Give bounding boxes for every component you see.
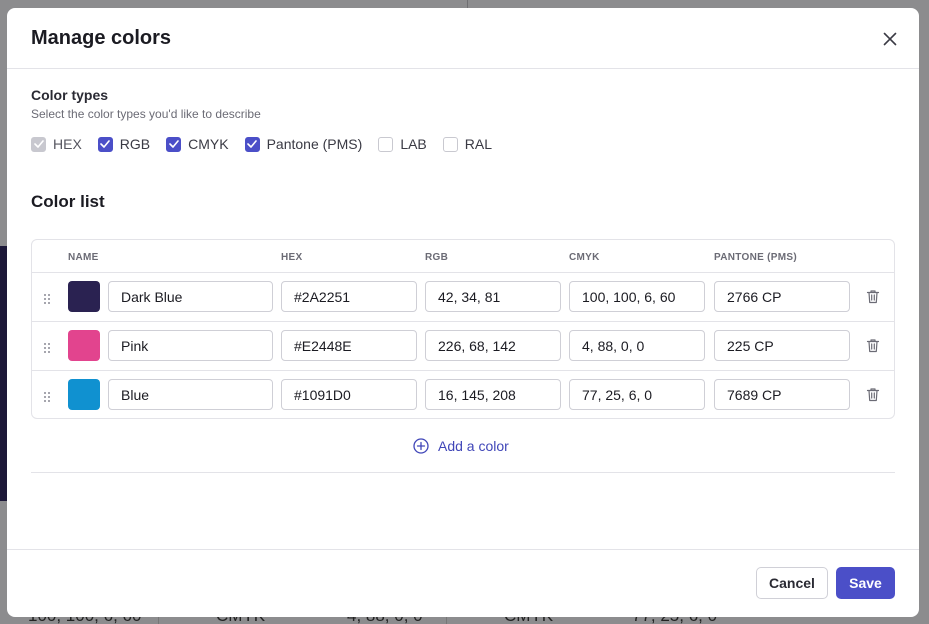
- type-label: RAL: [464, 136, 493, 152]
- type-option-cmyk[interactable]: CMYK: [166, 136, 229, 152]
- backdrop-divider: [467, 0, 468, 8]
- check-icon: [168, 140, 179, 148]
- check-icon: [33, 140, 44, 148]
- modal-title: Manage colors: [31, 27, 172, 49]
- checkbox-hex[interactable]: [31, 136, 46, 152]
- trash-icon[interactable]: [866, 338, 880, 353]
- type-label: RGB: [119, 136, 151, 152]
- plus-circle-icon: [413, 438, 429, 454]
- color-types-section: Color types Select the color types you'd…: [31, 87, 508, 152]
- add-color-label: Add a color: [438, 438, 509, 454]
- check-icon: [247, 140, 257, 148]
- modal-footer: Cancel Save: [7, 549, 919, 617]
- type-option-rgb[interactable]: RGB: [97, 136, 151, 152]
- trash-icon[interactable]: [866, 289, 880, 304]
- color-table: NAME HEX RGB CMYK PANTONE (PMS) Dark Blu…: [31, 239, 895, 419]
- type-option-ral[interactable]: RAL: [442, 136, 493, 152]
- pantone-input[interactable]: 2766 CP: [714, 281, 850, 312]
- cmyk-input[interactable]: 77, 25, 6, 0: [569, 379, 705, 410]
- name-input[interactable]: Dark Blue: [108, 281, 273, 312]
- add-color-button[interactable]: Add a color: [413, 438, 509, 454]
- checkbox-rgb[interactable]: [97, 136, 113, 152]
- color-list-title: Color list: [31, 192, 105, 211]
- section-divider: [31, 472, 895, 473]
- name-input[interactable]: Pink: [108, 330, 273, 361]
- color-types-options: HEX RGB CMYK Pantone (PMS) LAB RAL: [31, 136, 508, 152]
- color-swatch[interactable]: [68, 330, 100, 361]
- hex-input[interactable]: #E2448E: [281, 330, 417, 361]
- color-swatch[interactable]: [68, 379, 100, 410]
- name-input[interactable]: Blue: [108, 379, 273, 410]
- type-option-lab[interactable]: LAB: [378, 136, 427, 152]
- hex-input[interactable]: #1091D0: [281, 379, 417, 410]
- table-header: NAME HEX RGB CMYK PANTONE (PMS): [32, 240, 894, 273]
- rgb-input[interactable]: 16, 145, 208: [425, 379, 561, 410]
- type-label: LAB: [400, 136, 427, 152]
- rgb-input[interactable]: 42, 34, 81: [425, 281, 561, 312]
- table-row: Pink #E2448E 226, 68, 142 4, 88, 0, 0 22…: [32, 322, 894, 371]
- close-icon[interactable]: [883, 32, 897, 46]
- drag-handle-icon[interactable]: [44, 340, 50, 353]
- checkbox-ral[interactable]: [442, 136, 458, 152]
- checkbox-pantone[interactable]: [244, 136, 260, 152]
- header-name: NAME: [68, 252, 99, 263]
- pantone-input[interactable]: 225 CP: [714, 330, 850, 361]
- color-types-subtitle: Select the color types you'd like to des…: [31, 107, 261, 121]
- cmyk-input[interactable]: 4, 88, 0, 0: [569, 330, 705, 361]
- hex-input[interactable]: #2A2251: [281, 281, 417, 312]
- rgb-input[interactable]: 226, 68, 142: [425, 330, 561, 361]
- header-rgb: RGB: [425, 252, 449, 263]
- color-swatch[interactable]: [68, 281, 100, 312]
- modal-header: Manage colors: [7, 8, 919, 69]
- header-pantone: PANTONE (PMS): [714, 252, 797, 263]
- type-option-hex[interactable]: HEX: [31, 136, 82, 152]
- backdrop-panel: [0, 246, 7, 501]
- checkbox-lab[interactable]: [378, 136, 394, 152]
- drag-handle-icon[interactable]: [44, 291, 50, 304]
- table-row: Blue #1091D0 16, 145, 208 77, 25, 6, 0 7…: [32, 371, 894, 420]
- cancel-button[interactable]: Cancel: [756, 567, 828, 599]
- manage-colors-modal: Manage colors Color types Select the col…: [7, 8, 919, 617]
- pantone-input[interactable]: 7689 CP: [714, 379, 850, 410]
- table-row: Dark Blue #2A2251 42, 34, 81 100, 100, 6…: [32, 273, 894, 322]
- color-types-title: Color types: [31, 87, 109, 103]
- save-button[interactable]: Save: [836, 567, 895, 599]
- check-icon: [100, 140, 111, 148]
- header-cmyk: CMYK: [569, 252, 600, 263]
- cmyk-input[interactable]: 100, 100, 6, 60: [569, 281, 705, 312]
- trash-icon[interactable]: [866, 387, 880, 402]
- checkbox-cmyk[interactable]: [166, 136, 182, 152]
- type-label: Pantone (PMS): [266, 136, 363, 152]
- drag-handle-icon[interactable]: [44, 389, 50, 402]
- header-hex: HEX: [281, 252, 303, 263]
- type-label: CMYK: [188, 136, 229, 152]
- type-label: HEX: [53, 136, 82, 152]
- type-option-pantone[interactable]: Pantone (PMS): [244, 136, 363, 152]
